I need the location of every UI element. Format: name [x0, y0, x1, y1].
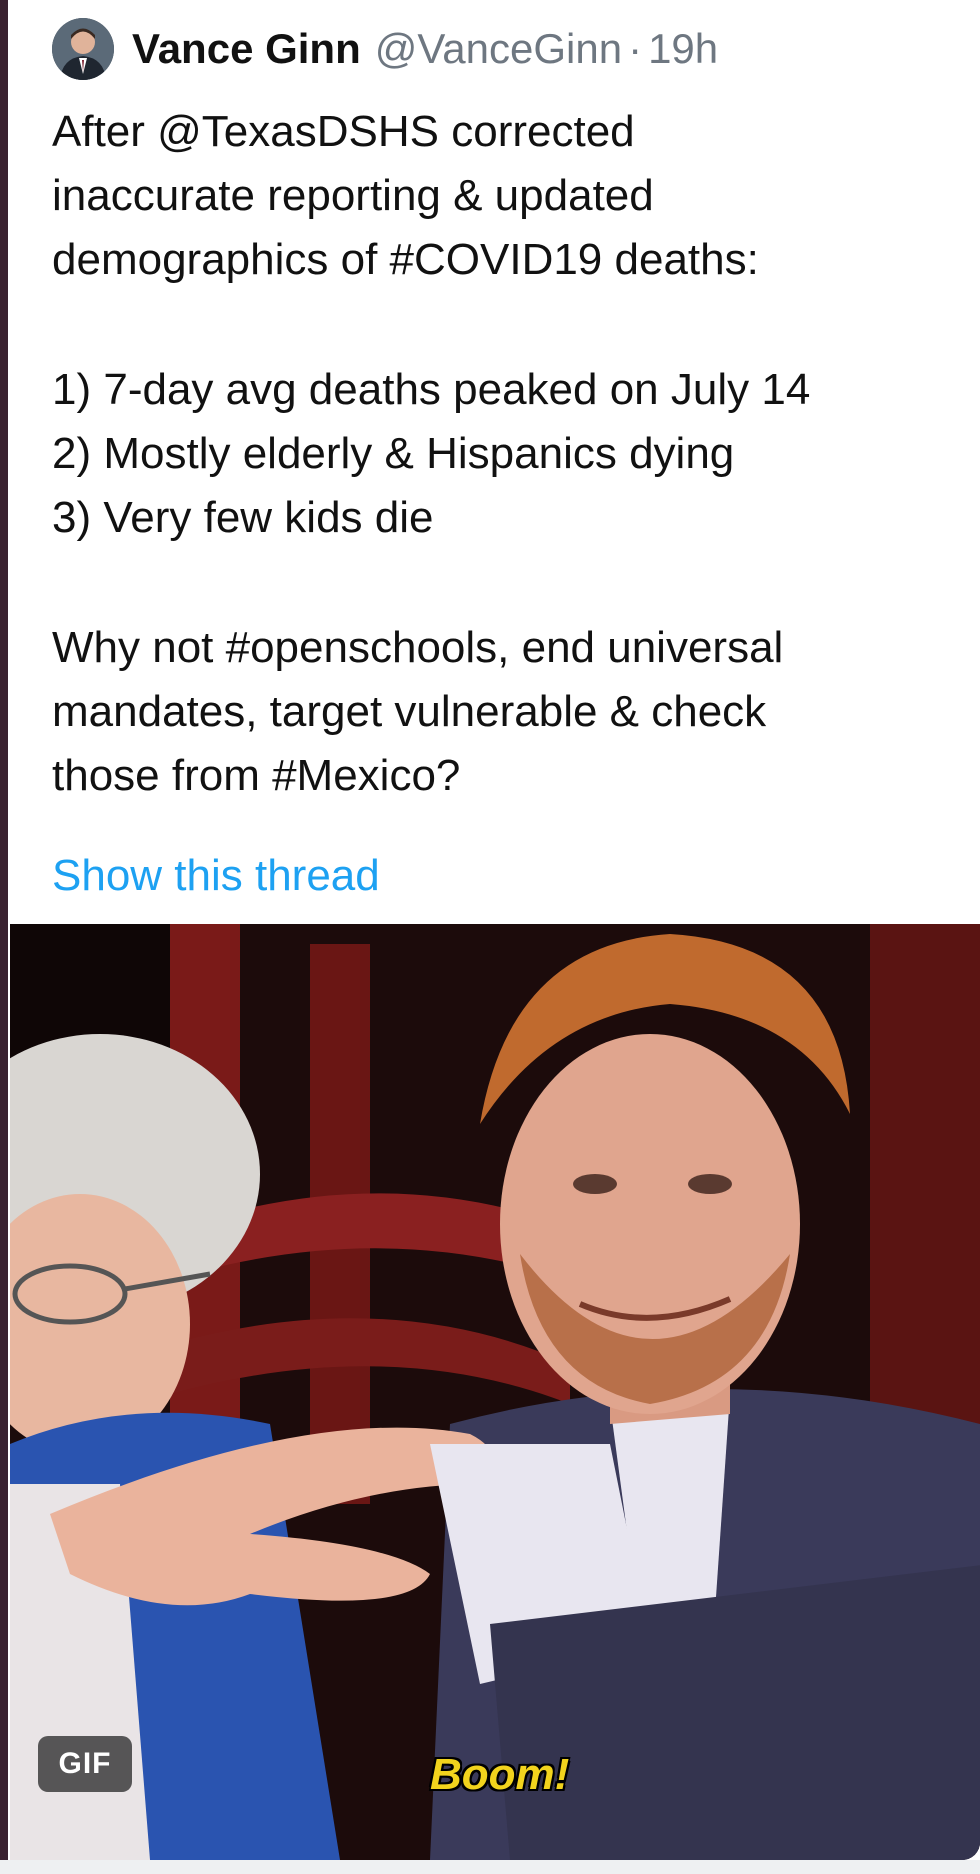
timestamp[interactable]: 19h [648, 25, 718, 73]
left-edge-strip [0, 0, 8, 1874]
show-thread-link[interactable]: Show this thread [52, 844, 962, 908]
tweet-text-line: demographics of #COVID19 deaths: [52, 235, 759, 284]
gif-frame-illustration [10, 924, 980, 1860]
author-handle[interactable]: @VanceGinn [375, 25, 622, 73]
tweet-header: Vance Ginn @VanceGinn · 19h [52, 14, 718, 84]
tweet-text: After @TexasDSHS corrected inaccurate re… [52, 100, 962, 908]
tweet-text-line: After @TexasDSHS corrected [52, 107, 635, 156]
author-avatar[interactable] [52, 18, 114, 80]
tweet-screenshot: Vance Ginn @VanceGinn · 19h After @Texas… [0, 0, 980, 1874]
tweet-text-line: Why not #openschools, end universal [52, 623, 784, 672]
gif-media[interactable]: GIF Boom! [10, 924, 980, 1860]
author-name[interactable]: Vance Ginn [132, 25, 361, 73]
separator-dot: · [628, 25, 643, 72]
tweet-text-line: 1) 7-day avg deaths peaked on July 14 [52, 365, 811, 414]
bottom-divider [0, 1860, 980, 1874]
tweet-text-line: those from #Mexico? [52, 751, 461, 800]
tweet-text-line: 2) Mostly elderly & Hispanics dying [52, 429, 735, 478]
tweet-text-line: inaccurate reporting & updated [52, 171, 654, 220]
gif-badge: GIF [38, 1736, 132, 1792]
tweet-text-line: 3) Very few kids die [52, 493, 434, 542]
gif-caption: Boom! [430, 1750, 570, 1799]
tweet-text-line: mandates, target vulnerable & check [52, 687, 767, 736]
